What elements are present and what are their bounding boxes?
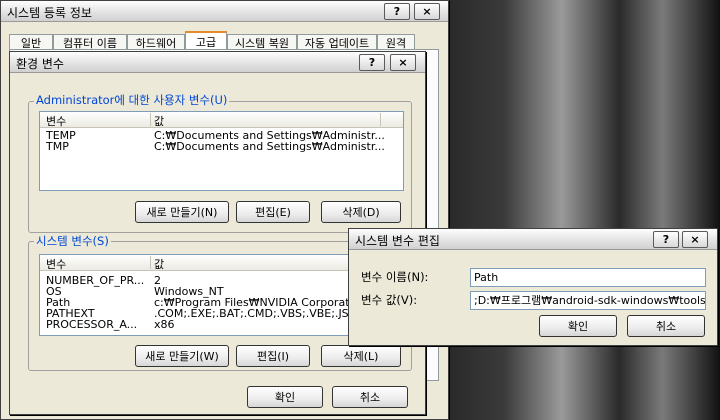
user-edit-button[interactable]: 편집(E) (236, 201, 310, 223)
tab-automatic-updates[interactable]: 자동 업데이트 (297, 34, 377, 50)
help-icon: ? (368, 56, 376, 69)
ok-button[interactable]: 확인 (247, 386, 323, 408)
column-header-value[interactable]: 값 (154, 113, 164, 129)
user-variables-label: Administrator에 대한 사용자 변수(U) (34, 92, 230, 108)
user-delete-button[interactable]: 삭제(D) (321, 201, 401, 223)
column-header-variable[interactable]: 변수 (46, 113, 66, 129)
environment-variables-titlebar[interactable]: 환경 변수 ? × (10, 52, 425, 73)
tab-system-restore[interactable]: 시스템 복원 (227, 34, 297, 50)
edit-system-variable-title: 시스템 변수 편집 (355, 234, 440, 248)
tab-computer-name[interactable]: 컴퓨터 이름 (53, 34, 127, 50)
tab-remote[interactable]: 원격 (377, 34, 415, 50)
variable-name-input[interactable]: Path (470, 268, 706, 287)
help-button[interactable]: ? (359, 54, 385, 71)
system-delete-button[interactable]: 삭제(L) (321, 345, 401, 367)
list-item[interactable]: TMP C:₩Documents and Settings₩Administr.… (40, 140, 403, 153)
cancel-button[interactable]: 취소 (627, 315, 705, 337)
edit-system-variable-titlebar[interactable]: 시스템 변수 편집 ? × (349, 229, 717, 250)
tab-advanced[interactable]: 고급 (185, 31, 227, 51)
tab-general[interactable]: 일반 (9, 34, 53, 50)
close-button[interactable]: × (414, 3, 440, 20)
column-header-value[interactable]: 값 (154, 256, 164, 272)
environment-variables-title: 환경 변수 (16, 57, 64, 71)
cancel-button[interactable]: 취소 (332, 386, 408, 408)
help-button[interactable]: ? (384, 3, 410, 20)
system-new-button[interactable]: 새로 만들기(W) (135, 345, 229, 367)
ok-button[interactable]: 확인 (539, 315, 617, 337)
help-button[interactable]: ? (653, 231, 679, 248)
system-properties-titlebar[interactable]: 시스템 등록 정보 ? × (1, 1, 448, 22)
help-icon: ? (662, 233, 670, 246)
close-button[interactable]: × (390, 54, 416, 71)
system-edit-button[interactable]: 편집(I) (236, 345, 310, 367)
tab-hardware[interactable]: 하드웨어 (127, 34, 185, 50)
close-icon: × (690, 233, 700, 246)
system-properties-title: 시스템 등록 정보 (7, 6, 92, 20)
close-button[interactable]: × (682, 231, 708, 248)
help-icon: ? (393, 5, 401, 18)
close-icon: × (398, 56, 408, 69)
variable-value-input[interactable]: ;D:₩프로그램₩android-sdk-windows₩tools (470, 291, 706, 310)
close-icon: × (422, 5, 432, 18)
column-header-variable[interactable]: 변수 (46, 256, 66, 272)
variable-value-label: 변수 값(V): (361, 293, 418, 307)
variable-name-label: 변수 이름(N): (361, 270, 429, 284)
system-variables-label: 시스템 변수(S) (34, 233, 111, 249)
user-variables-list[interactable]: 변수 값 TEMP C:₩Documents and Settings₩Admi… (39, 111, 404, 191)
user-new-button[interactable]: 새로 만들기(N) (135, 201, 229, 223)
user-variables-header: 변수 값 (40, 112, 403, 128)
edit-system-variable-window: 시스템 변수 편집 ? × 변수 이름(N): Path 변수 값(V): ;D… (348, 228, 718, 346)
